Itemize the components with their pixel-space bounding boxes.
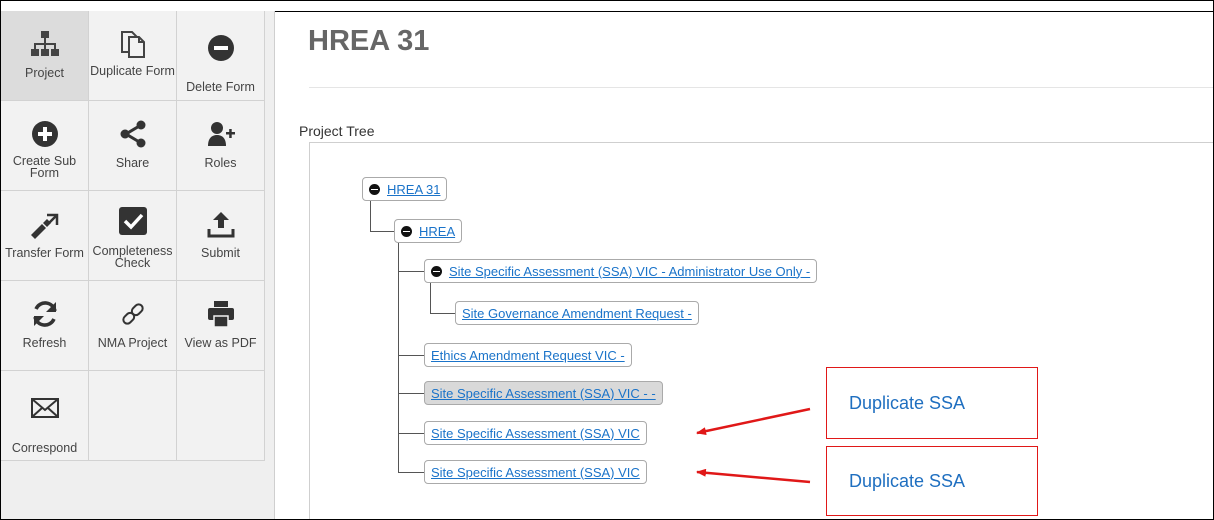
envelope-icon xyxy=(30,398,59,418)
transfer-icon xyxy=(30,213,58,239)
arrow-to-duplicate-1 xyxy=(696,407,811,436)
roles-button[interactable]: Roles xyxy=(177,101,265,191)
view-as-pdf-label: View as PDF xyxy=(184,336,257,350)
duplicate-form-button[interactable]: Duplicate Form xyxy=(89,11,177,101)
refresh-button[interactable]: Refresh xyxy=(1,281,89,371)
roles-label: Roles xyxy=(204,156,237,170)
arrow-to-duplicate-2 xyxy=(696,468,811,484)
nma-project-label: NMA Project xyxy=(97,336,168,350)
print-icon xyxy=(207,301,234,328)
action-toolbar: Project Duplicate Form Delete Form Creat… xyxy=(1,11,275,519)
refresh-icon xyxy=(32,301,57,327)
empty-tool-slot xyxy=(177,371,265,461)
annotation-arrows xyxy=(696,407,811,484)
sitemap-icon xyxy=(30,31,59,56)
plus-circle-icon xyxy=(31,121,58,147)
share-button[interactable]: Share xyxy=(89,101,177,191)
project-label: Project xyxy=(25,66,64,80)
submit-label: Submit xyxy=(201,246,240,260)
correspond-button[interactable]: Correspond xyxy=(1,371,89,461)
app-frame: Project Duplicate Form Delete Form Creat… xyxy=(0,0,1214,520)
submit-button[interactable]: Submit xyxy=(177,191,265,281)
correspond-label: Correspond xyxy=(11,441,78,455)
project-tree-label: Project Tree xyxy=(299,123,375,139)
transfer-form-label: Transfer Form xyxy=(5,246,84,260)
link-icon xyxy=(121,303,144,325)
create-sub-form-label: Create Sub Form xyxy=(12,154,77,180)
minus-circle-icon xyxy=(207,35,234,61)
share-icon xyxy=(120,120,145,148)
share-label: Share xyxy=(115,156,150,170)
duplicate-form-label: Duplicate Form xyxy=(90,64,175,78)
delete-form-label: Delete Form xyxy=(186,80,255,94)
upload-icon xyxy=(207,212,234,238)
transfer-form-button[interactable]: Transfer Form xyxy=(1,191,89,281)
completeness-check-label: Completeness Check xyxy=(92,244,173,270)
title-divider xyxy=(309,87,1213,88)
view-as-pdf-button[interactable]: View as PDF xyxy=(177,281,265,371)
project-button[interactable]: Project xyxy=(1,11,89,101)
completeness-check-button[interactable]: Completeness Check xyxy=(89,191,177,281)
refresh-label: Refresh xyxy=(22,336,67,350)
nma-project-button[interactable]: NMA Project xyxy=(89,281,177,371)
user-plus-icon xyxy=(207,122,235,146)
copy-icon xyxy=(120,31,145,58)
main-content: HREA 31 Project Tree HREA 31 HREA Site S… xyxy=(297,11,1213,519)
create-sub-form-button[interactable]: Create Sub Form xyxy=(1,101,89,191)
empty-tool-slot xyxy=(89,371,177,461)
project-tree: HREA 31 HREA Site Specific Assessment (S… xyxy=(309,142,1213,519)
checkbox-icon xyxy=(118,207,147,235)
delete-form-button[interactable]: Delete Form xyxy=(177,11,265,101)
page-title: HREA 31 xyxy=(308,25,430,57)
